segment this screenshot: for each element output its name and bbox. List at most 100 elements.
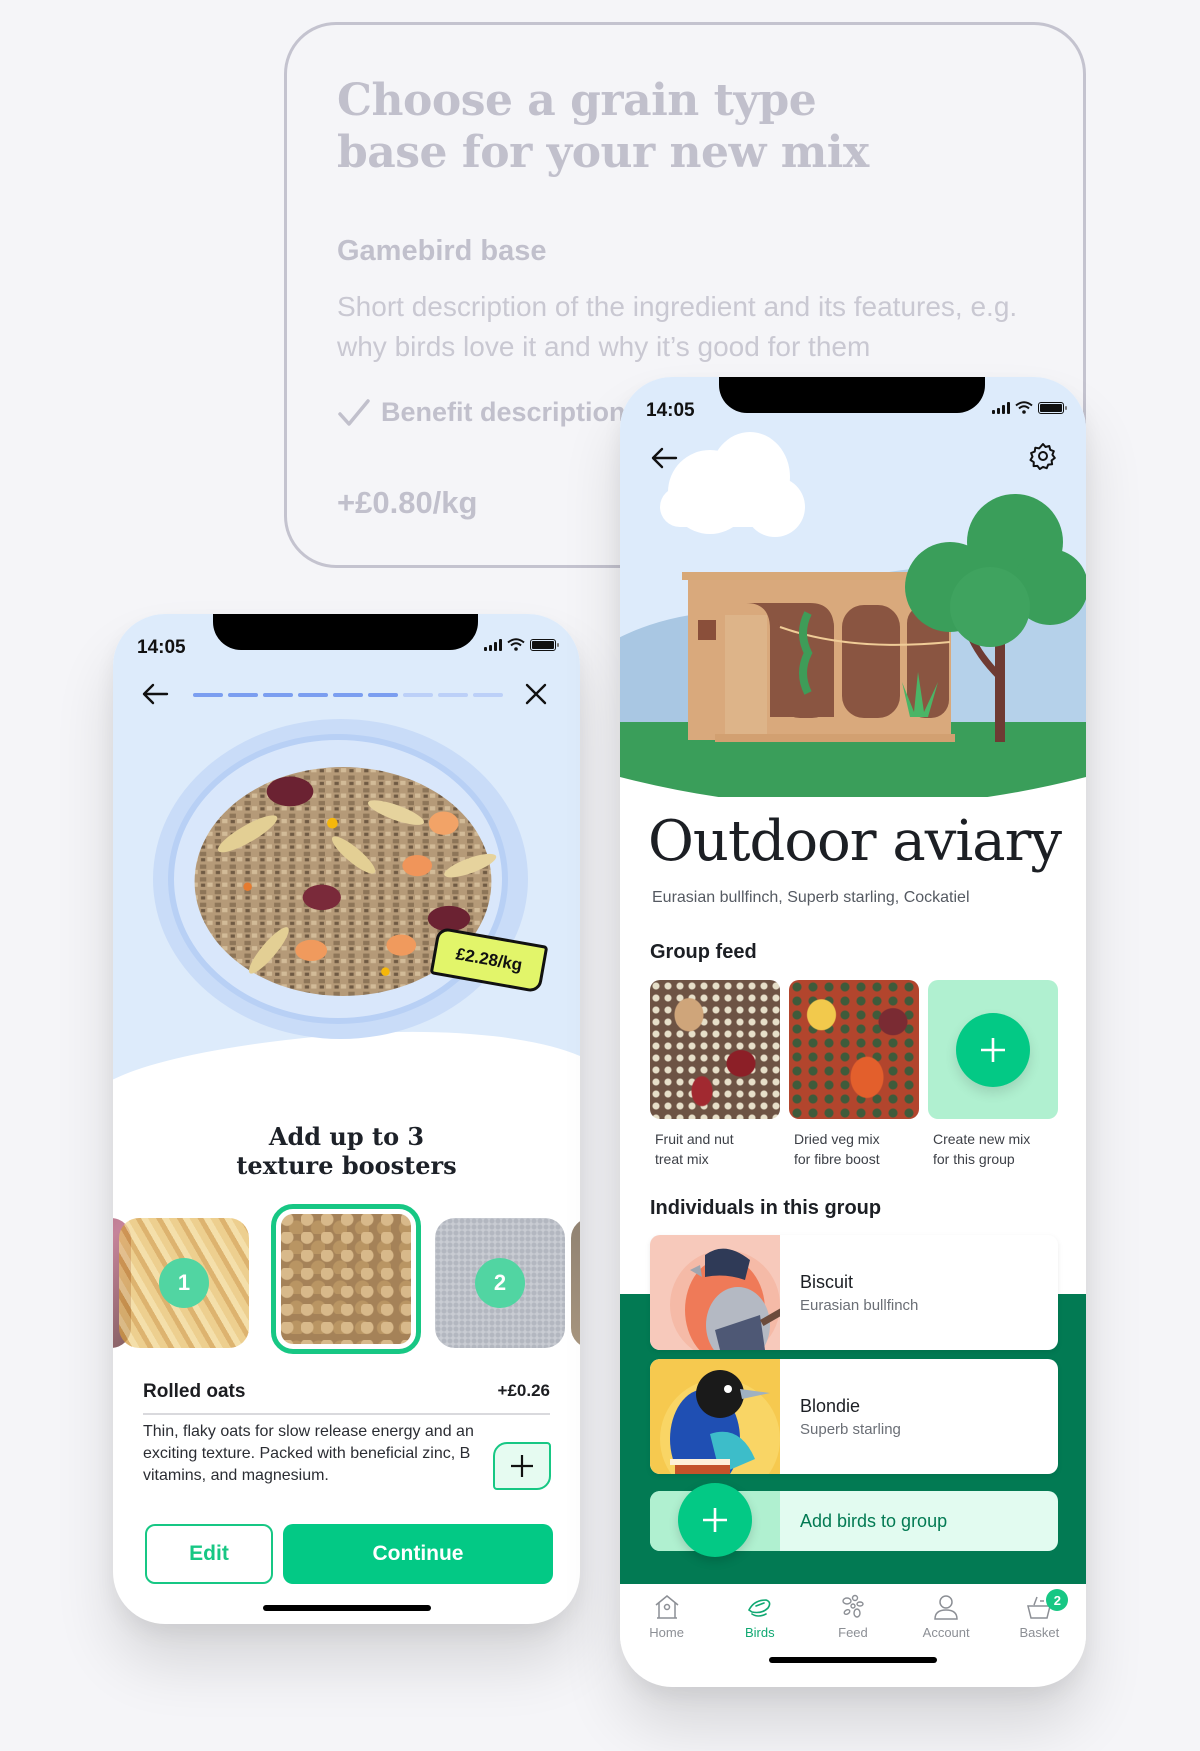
plus-icon bbox=[703, 1508, 727, 1532]
tab-label: Basket bbox=[1019, 1625, 1060, 1640]
plus-icon bbox=[511, 1455, 533, 1477]
add-birds-fab[interactable] bbox=[678, 1483, 752, 1557]
edit-button[interactable]: Edit bbox=[145, 1524, 273, 1584]
tab-home[interactable]: Home bbox=[622, 1584, 712, 1644]
bird-card-biscuit[interactable]: Biscuit Eurasian bullfinch bbox=[650, 1235, 1058, 1350]
feed-image bbox=[650, 980, 780, 1119]
basket-count-badge: 2 bbox=[1046, 1589, 1069, 1611]
add-booster-button[interactable] bbox=[493, 1442, 551, 1490]
tab-feed[interactable]: Feed bbox=[808, 1584, 898, 1644]
progress-step bbox=[298, 693, 328, 697]
bird-name: Biscuit bbox=[800, 1271, 854, 1292]
bottom-tab-bar: Home Birds Feed Account Basket 2 bbox=[620, 1584, 1086, 1644]
starling-avatar bbox=[650, 1359, 780, 1474]
boosters-heading-line-2: texture boosters bbox=[236, 1151, 457, 1180]
individuals-heading: Individuals in this group bbox=[650, 1197, 882, 1219]
bird-info: Biscuit Eurasian bullfinch bbox=[780, 1235, 918, 1350]
booster-tile-poppy-seeds[interactable]: 2 bbox=[435, 1218, 565, 1348]
booster-tile-offscreen-right[interactable] bbox=[571, 1218, 580, 1348]
selected-booster-description: Thin, flaky oats for slow release energy… bbox=[143, 1423, 474, 1484]
feed-card-fruit-nut[interactable]: Fruit and nut treat mix bbox=[650, 980, 780, 1169]
tab-birds[interactable]: Birds bbox=[715, 1584, 805, 1644]
progress-step bbox=[438, 693, 468, 697]
status-time: 14:05 bbox=[137, 637, 186, 658]
tab-basket[interactable]: Basket 2 bbox=[994, 1584, 1084, 1644]
create-mix-tile bbox=[928, 980, 1058, 1119]
bird-name: Blondie bbox=[800, 1395, 861, 1416]
gear-icon bbox=[1029, 443, 1056, 470]
card-title-line-2: base for your new mix bbox=[337, 127, 869, 178]
bullfinch-illustration bbox=[670, 1248, 780, 1350]
birdhouse-icon bbox=[655, 1595, 679, 1619]
bird-card-blondie[interactable]: Blondie Superb starling bbox=[650, 1359, 1058, 1474]
feed-card-dried-veg[interactable]: Dried veg mix for fibre boost bbox=[789, 980, 919, 1169]
arrow-left-icon bbox=[142, 683, 169, 705]
booster-order-badge: 1 bbox=[159, 1258, 209, 1308]
progress-step bbox=[473, 693, 503, 697]
base-price: +£0.80/kg bbox=[337, 485, 478, 520]
create-new-mix-card[interactable]: Create new mix for this group bbox=[928, 980, 1058, 1169]
wifi-icon bbox=[1015, 401, 1033, 414]
bird-species: Superb starling bbox=[800, 1420, 901, 1438]
selected-booster-header: Rolled oats +£0.26 bbox=[143, 1381, 550, 1415]
benefit-row: Benefit description bbox=[337, 397, 626, 428]
battery-icon bbox=[530, 638, 559, 651]
selected-booster-name: Rolled oats bbox=[143, 1381, 246, 1402]
settings-button[interactable] bbox=[1026, 439, 1060, 473]
add-birds-label: Add birds to group bbox=[800, 1510, 948, 1531]
tab-label: Birds bbox=[744, 1625, 775, 1640]
booster-carousel[interactable]: 1 2 bbox=[113, 1204, 580, 1354]
group-title: Outdoor aviary bbox=[648, 809, 1062, 874]
bird-species: Eurasian bullfinch bbox=[800, 1296, 919, 1314]
arrow-left-icon bbox=[651, 447, 678, 469]
signal-icon bbox=[484, 638, 502, 651]
back-button[interactable] bbox=[648, 443, 680, 473]
tab-label: Home bbox=[649, 1625, 684, 1640]
card-title-line-1: Choose a grain type bbox=[337, 75, 817, 126]
group-feed-list: Fruit and nut treat mix Dried veg mix for … bbox=[650, 980, 1058, 1169]
user-icon bbox=[934, 1595, 958, 1620]
check-icon bbox=[338, 398, 370, 426]
step-progress bbox=[193, 693, 503, 697]
tab-account[interactable]: Account bbox=[901, 1584, 991, 1644]
progress-step bbox=[403, 693, 433, 697]
wifi-icon bbox=[507, 638, 525, 651]
tab-label: Feed bbox=[838, 1625, 868, 1640]
group-feed-heading: Group feed bbox=[650, 941, 757, 963]
back-button[interactable] bbox=[139, 679, 171, 709]
base-name: Gamebird base bbox=[337, 235, 547, 267]
group-species: Eurasian bullfinch, Superb starling, Coc… bbox=[652, 889, 970, 906]
home-indicator bbox=[769, 1657, 937, 1663]
rolled-oats-image bbox=[281, 1214, 411, 1344]
aviary-illustration bbox=[620, 377, 1086, 797]
battery-icon bbox=[1038, 401, 1067, 414]
booster-tile-calendula[interactable]: 1 bbox=[119, 1218, 249, 1348]
seeds-icon bbox=[842, 1594, 864, 1618]
phone-notch bbox=[213, 614, 478, 650]
progress-step bbox=[228, 693, 258, 697]
home-indicator bbox=[263, 1605, 431, 1611]
benefit-text: Benefit description bbox=[381, 397, 626, 427]
mix-builder-screen: 14:05 £2.28/kg Add up to 3 texture boost… bbox=[113, 614, 580, 1624]
add-birds-icon-area bbox=[650, 1483, 780, 1557]
feed-label: Create new mix for this group bbox=[933, 1131, 1031, 1167]
close-icon bbox=[525, 683, 547, 705]
bird-icon bbox=[747, 1599, 771, 1617]
status-icons bbox=[992, 401, 1067, 414]
plus-icon bbox=[981, 1037, 1005, 1062]
progress-step bbox=[263, 693, 293, 697]
base-description: Short description of the ingredient and … bbox=[337, 291, 1018, 362]
close-button[interactable] bbox=[521, 679, 551, 709]
feed-label: Dried veg mix for fibre boost bbox=[794, 1131, 880, 1167]
status-icons bbox=[484, 638, 559, 651]
booster-tile-rolled-oats[interactable] bbox=[271, 1204, 421, 1354]
continue-button[interactable]: Continue bbox=[283, 1524, 553, 1584]
feed-image bbox=[789, 980, 919, 1119]
add-birds-button[interactable]: Add birds to group bbox=[650, 1483, 1058, 1557]
progress-step bbox=[368, 693, 398, 697]
signal-icon bbox=[992, 401, 1010, 414]
card-title: Choose a grain type base for your new mi… bbox=[337, 75, 869, 179]
phone-notch bbox=[719, 377, 985, 413]
selected-booster-price: +£0.26 bbox=[497, 1381, 550, 1400]
create-mix-button[interactable] bbox=[956, 1012, 1030, 1087]
